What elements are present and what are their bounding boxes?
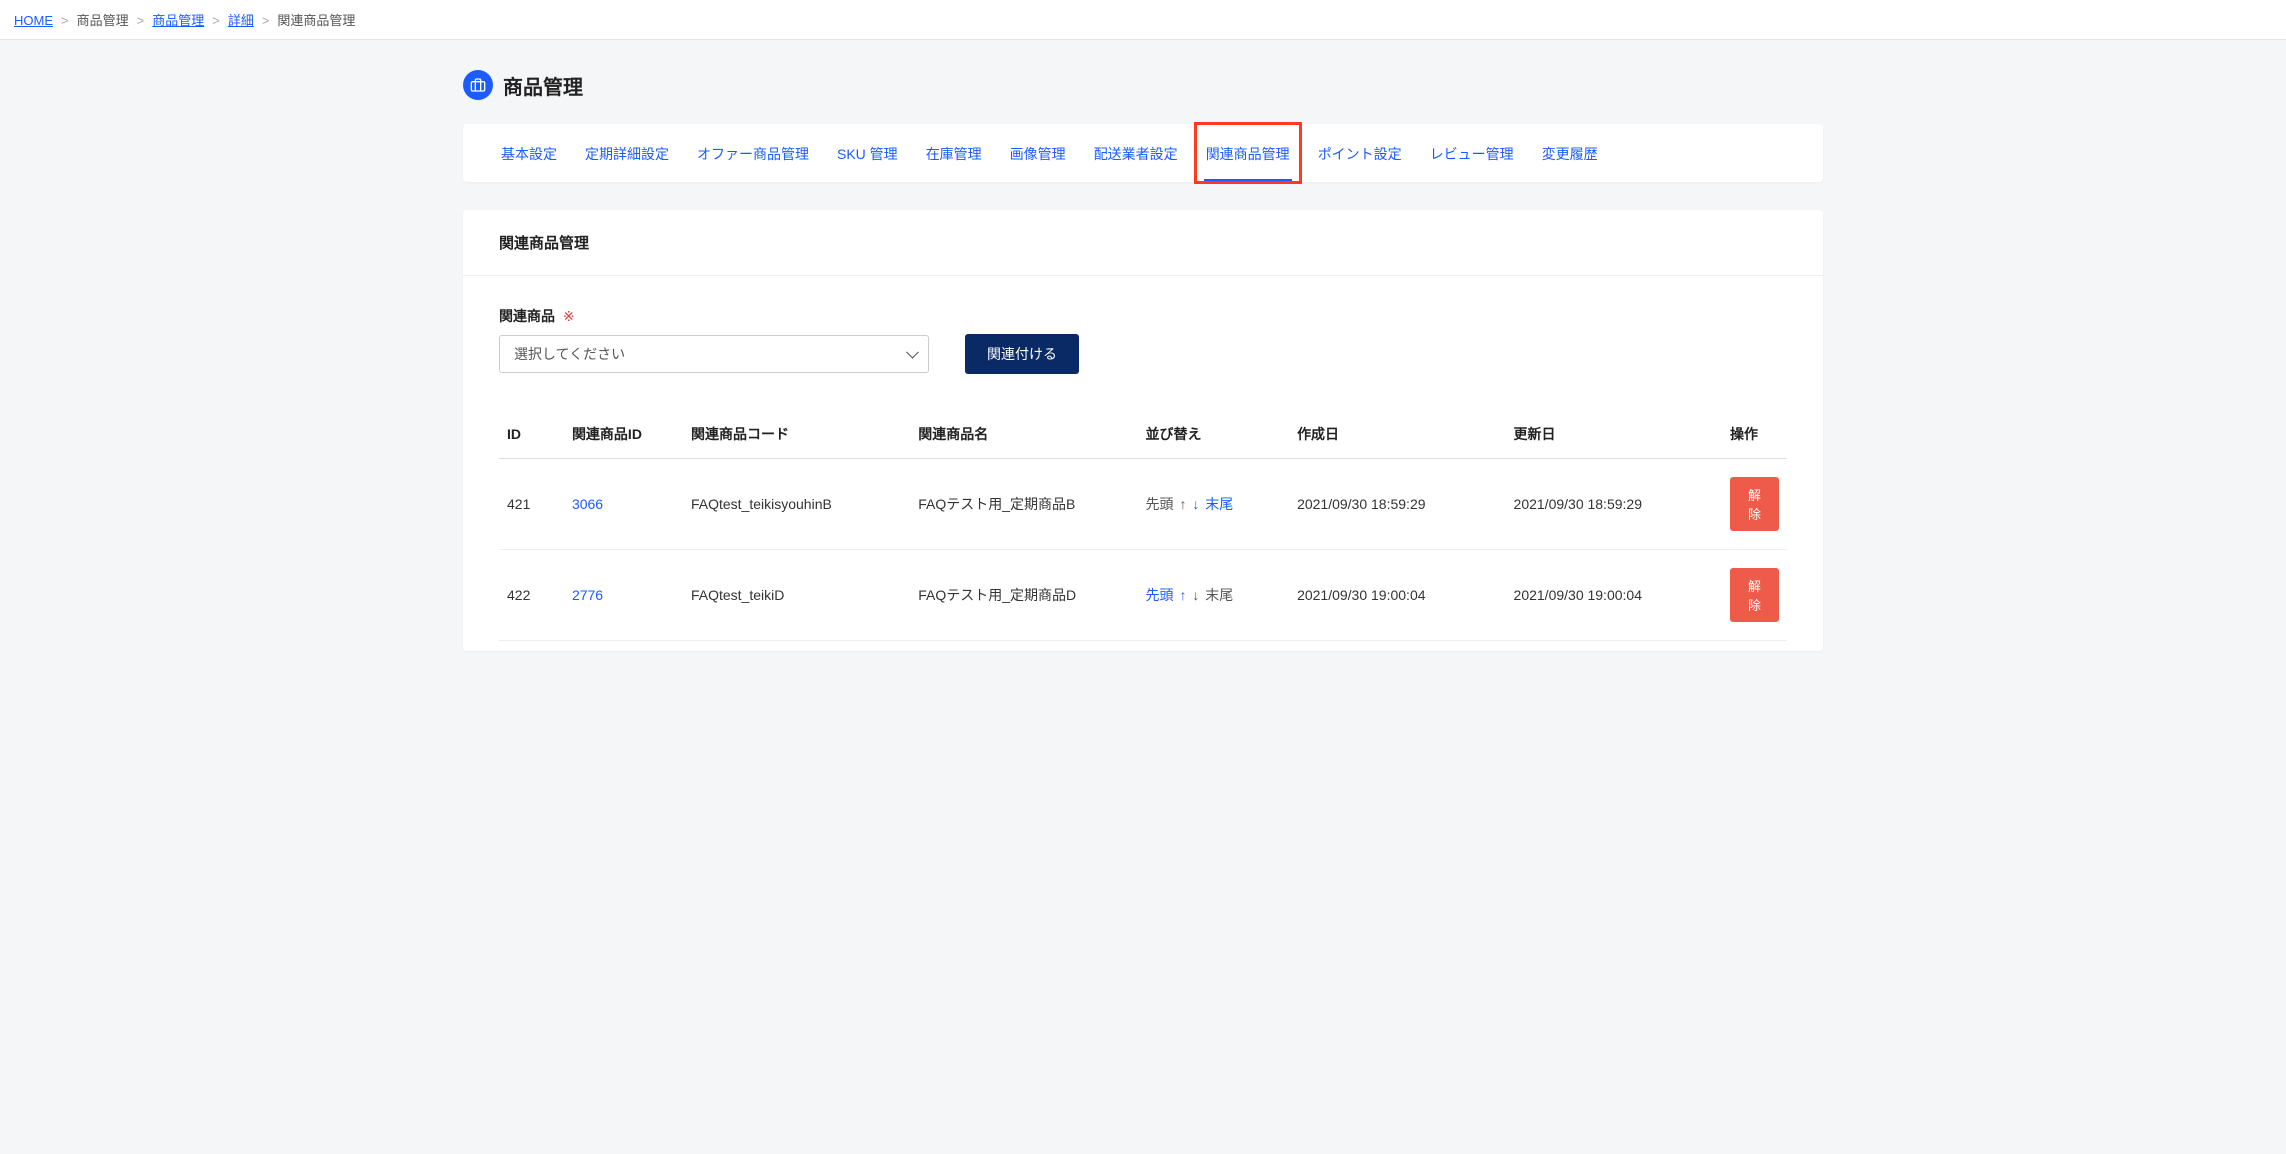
- th-related-code: 関連商品コード: [683, 410, 910, 459]
- related-product-select[interactable]: 選択してください: [499, 335, 929, 373]
- breadcrumb: HOME > 商品管理 > 商品管理 > 詳細 > 関連商品管理: [0, 0, 2286, 40]
- th-updated: 更新日: [1506, 410, 1722, 459]
- sort-down-icon[interactable]: ↓: [1192, 496, 1199, 512]
- cell-sort: 先頭 ↑ ↓ 末尾: [1138, 459, 1290, 550]
- related-id-link[interactable]: 2776: [572, 587, 603, 603]
- cell-updated: 2021/09/30 19:00:04: [1506, 550, 1722, 641]
- required-mark: ※: [563, 308, 575, 324]
- tab-関連商品管理[interactable]: 関連商品管理: [1204, 124, 1292, 182]
- sort-up-icon: ↑: [1179, 496, 1186, 512]
- sort-last[interactable]: 末尾: [1205, 496, 1233, 512]
- breadcrumb-text: 商品管理: [77, 13, 129, 28]
- cell-related-name: FAQテスト用_定期商品B: [910, 459, 1137, 550]
- breadcrumb-link[interactable]: 詳細: [228, 13, 254, 28]
- sort-last: 末尾: [1205, 587, 1233, 603]
- tab-ポイント設定[interactable]: ポイント設定: [1316, 124, 1404, 182]
- cell-created: 2021/09/30 19:00:04: [1289, 550, 1505, 641]
- th-related-id: 関連商品ID: [564, 410, 683, 459]
- cell-created: 2021/09/30 18:59:29: [1289, 459, 1505, 550]
- tabs: 基本設定定期詳細設定オファー商品管理 SKU 管理在庫管理画像管理配送業者設定関連…: [499, 124, 1787, 182]
- tab-オファー商品管理[interactable]: オファー商品管理: [695, 124, 811, 182]
- breadcrumb-link[interactable]: 商品管理: [152, 13, 204, 28]
- sort-down-icon: ↓: [1192, 587, 1199, 603]
- tab-レビュー管理[interactable]: レビュー管理: [1428, 124, 1516, 182]
- cell-sort: 先頭 ↑ ↓ 末尾: [1138, 550, 1290, 641]
- th-op: 操作: [1722, 410, 1787, 459]
- th-id: ID: [499, 410, 564, 459]
- cell-related-name: FAQテスト用_定期商品D: [910, 550, 1137, 641]
- cell-op: 解除: [1722, 550, 1787, 641]
- tab-配送業者設定[interactable]: 配送業者設定: [1092, 124, 1180, 182]
- delete-button[interactable]: 解除: [1730, 477, 1779, 531]
- tab-基本設定[interactable]: 基本設定: [499, 124, 559, 182]
- tabs-card: 基本設定定期詳細設定オファー商品管理 SKU 管理在庫管理画像管理配送業者設定関連…: [463, 124, 1823, 182]
- related-product-label: 関連商品: [499, 308, 555, 324]
- section-title: 関連商品管理: [463, 210, 1823, 276]
- sort-up-icon[interactable]: ↑: [1179, 587, 1186, 603]
- breadcrumb-link[interactable]: HOME: [14, 13, 53, 28]
- tab-変更履歴[interactable]: 変更履歴: [1540, 124, 1600, 182]
- sort-first: 先頭: [1146, 496, 1174, 512]
- field-label-row: 関連商品 ※: [499, 306, 1787, 326]
- tab-在庫管理[interactable]: 在庫管理: [924, 124, 984, 182]
- cell-related-id: 3066: [564, 459, 683, 550]
- cell-id: 421: [499, 459, 564, 550]
- related-products-table: ID 関連商品ID 関連商品コード 関連商品名 並び替え 作成日 更新日 操作 …: [499, 410, 1787, 641]
- related-product-select-wrap: 選択してください: [499, 335, 929, 373]
- th-related-name: 関連商品名: [910, 410, 1137, 459]
- tab-定期詳細設定[interactable]: 定期詳細設定: [583, 124, 671, 182]
- briefcase-icon: [463, 70, 493, 100]
- table-row: 4222776FAQtest_teikiDFAQテスト用_定期商品D先頭 ↑ ↓…: [499, 550, 1787, 641]
- cell-op: 解除: [1722, 459, 1787, 550]
- breadcrumb-separator: >: [262, 13, 270, 28]
- page-title-row: 商品管理: [463, 70, 1823, 100]
- th-sort: 並び替え: [1138, 410, 1290, 459]
- table-row: 421 3066 FAQtest_teikisyouhinBFAQテスト用_定期商品…: [499, 459, 1787, 550]
- sort-first[interactable]: 先頭: [1146, 587, 1174, 603]
- delete-button[interactable]: 解除: [1730, 568, 1779, 622]
- cell-updated: 2021/09/30 18:59:29: [1506, 459, 1722, 550]
- cell-related-code: FAQtest_teikisyouhinB: [683, 459, 910, 550]
- tab-画像管理[interactable]: 画像管理: [1008, 124, 1068, 182]
- associate-button[interactable]: 関連付ける: [965, 334, 1079, 374]
- section-card: 関連商品管理 関連商品 ※ 選択してください 関連付ける ID 関連商品ID: [463, 210, 1823, 651]
- breadcrumb-separator: >: [137, 13, 145, 28]
- cell-related-code: FAQtest_teikiD: [683, 550, 910, 641]
- breadcrumb-separator: >: [61, 13, 69, 28]
- tab-SKU 管理[interactable]: SKU 管理: [835, 124, 900, 182]
- th-created: 作成日: [1289, 410, 1505, 459]
- breadcrumb-text: 関連商品管理: [277, 13, 355, 28]
- breadcrumb-separator: >: [212, 13, 220, 28]
- related-id-link[interactable]: 3066: [572, 496, 603, 512]
- page-title: 商品管理: [503, 71, 583, 100]
- cell-id: 422: [499, 550, 564, 641]
- cell-related-id: 2776: [564, 550, 683, 641]
